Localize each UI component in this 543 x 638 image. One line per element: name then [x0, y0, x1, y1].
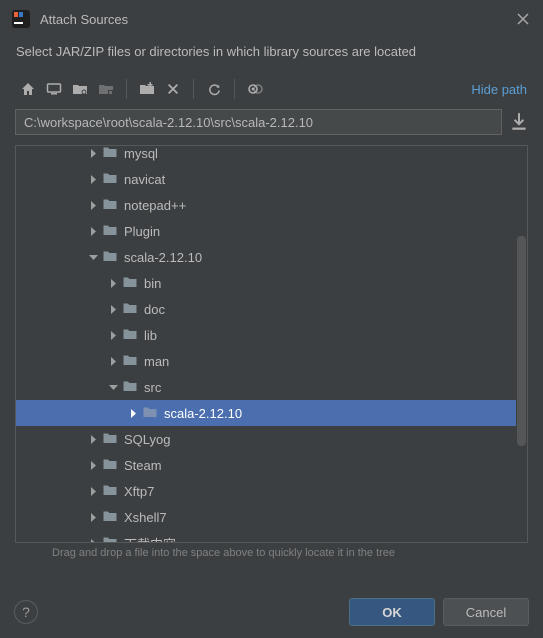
chevron-right-icon[interactable] [84, 149, 102, 158]
footer: ? OK Cancel [0, 588, 543, 638]
chevron-right-icon[interactable] [84, 487, 102, 496]
folder-icon [122, 326, 144, 345]
tree-item-label: Xftp7 [124, 484, 154, 499]
tree-item[interactable]: Xshell7 [16, 504, 516, 530]
dialog-subtitle: Select JAR/ZIP files or directories in w… [0, 36, 543, 71]
path-input[interactable] [15, 109, 502, 135]
chevron-right-icon[interactable] [104, 279, 122, 288]
tree-item[interactable]: notepad++ [16, 192, 516, 218]
folder-icon [102, 248, 124, 267]
folder-icon [102, 508, 124, 527]
tree-item[interactable]: Plugin [16, 218, 516, 244]
tree-item[interactable]: scala-2.12.10 [16, 244, 516, 270]
delete-icon[interactable] [161, 77, 185, 101]
folder-icon [102, 196, 124, 215]
desktop-icon[interactable] [42, 77, 66, 101]
chevron-down-icon[interactable] [84, 253, 102, 262]
tree-item[interactable]: SQLyog [16, 426, 516, 452]
scrollbar[interactable] [516, 146, 527, 542]
tree-container: mysql navicat notepad++ Plugin scala-2.12.10… [15, 145, 528, 543]
chevron-right-icon[interactable] [104, 305, 122, 314]
download-icon[interactable] [510, 112, 528, 132]
chevron-right-icon[interactable] [84, 201, 102, 210]
chevron-right-icon[interactable] [104, 331, 122, 340]
tree-item-label: scala-2.12.10 [164, 406, 242, 421]
folder-icon [102, 430, 124, 449]
tree-item-label: mysql [124, 146, 158, 161]
refresh-icon[interactable] [202, 77, 226, 101]
chevron-right-icon[interactable] [124, 409, 142, 418]
cancel-button[interactable]: Cancel [443, 598, 529, 626]
chevron-right-icon[interactable] [84, 175, 102, 184]
tree-item[interactable]: navicat [16, 166, 516, 192]
folder-icon [102, 146, 124, 163]
tree-item[interactable]: bin [16, 270, 516, 296]
tree-item[interactable]: doc [16, 296, 516, 322]
project-folder-icon[interactable] [68, 77, 92, 101]
tree-item-label: src [144, 380, 161, 395]
tree-item-label: navicat [124, 172, 165, 187]
file-tree[interactable]: mysql navicat notepad++ Plugin scala-2.12.10… [16, 146, 516, 542]
chevron-right-icon[interactable] [84, 513, 102, 522]
help-button[interactable]: ? [14, 600, 38, 624]
toolbar-separator [234, 79, 235, 99]
folder-icon [102, 534, 124, 543]
new-folder-icon[interactable] [135, 77, 159, 101]
tree-item-label: notepad++ [124, 198, 186, 213]
chevron-right-icon[interactable] [84, 539, 102, 543]
toolbar: Hide path [0, 71, 543, 107]
tree-item[interactable]: scala-2.12.10 [16, 400, 516, 426]
tree-item-label: man [144, 354, 169, 369]
tree-item-label: Plugin [124, 224, 160, 239]
folder-icon [102, 482, 124, 501]
chevron-down-icon[interactable] [104, 383, 122, 392]
tree-item[interactable]: mysql [16, 146, 516, 166]
tree-item[interactable]: Steam [16, 452, 516, 478]
tree-item-label: 下载内容 [124, 534, 176, 543]
tree-item[interactable]: lib [16, 322, 516, 348]
home-icon[interactable] [16, 77, 40, 101]
titlebar: Attach Sources [0, 0, 543, 36]
drag-hint: Drag and drop a file into the space abov… [0, 543, 543, 559]
folder-icon [122, 274, 144, 293]
tree-item-label: lib [144, 328, 157, 343]
folder-icon [142, 404, 164, 423]
tree-item-label: Xshell7 [124, 510, 167, 525]
tree-item-label: scala-2.12.10 [124, 250, 202, 265]
hide-path-link[interactable]: Hide path [471, 82, 527, 97]
folder-icon [102, 222, 124, 241]
tree-item[interactable]: Xftp7 [16, 478, 516, 504]
chevron-right-icon[interactable] [84, 461, 102, 470]
tree-item[interactable]: man [16, 348, 516, 374]
chevron-right-icon[interactable] [104, 357, 122, 366]
module-folder-icon[interactable] [94, 77, 118, 101]
ok-button[interactable]: OK [349, 598, 435, 626]
app-icon [12, 10, 30, 28]
path-row [0, 107, 543, 145]
tree-item-label: doc [144, 302, 165, 317]
chevron-right-icon[interactable] [84, 435, 102, 444]
folder-icon [122, 378, 144, 397]
toolbar-separator [126, 79, 127, 99]
tree-item-label: bin [144, 276, 161, 291]
folder-icon [122, 300, 144, 319]
tree-item-label: Steam [124, 458, 162, 473]
tree-item[interactable]: 下载内容 [16, 530, 516, 542]
show-hidden-icon[interactable] [243, 77, 267, 101]
close-icon[interactable] [515, 11, 531, 27]
folder-icon [122, 352, 144, 371]
scrollbar-thumb[interactable] [517, 236, 526, 446]
tree-item[interactable]: src [16, 374, 516, 400]
tree-item-label: SQLyog [124, 432, 171, 447]
folder-icon [102, 170, 124, 189]
toolbar-separator [193, 79, 194, 99]
folder-icon [102, 456, 124, 475]
window-title: Attach Sources [40, 12, 515, 27]
chevron-right-icon[interactable] [84, 227, 102, 236]
